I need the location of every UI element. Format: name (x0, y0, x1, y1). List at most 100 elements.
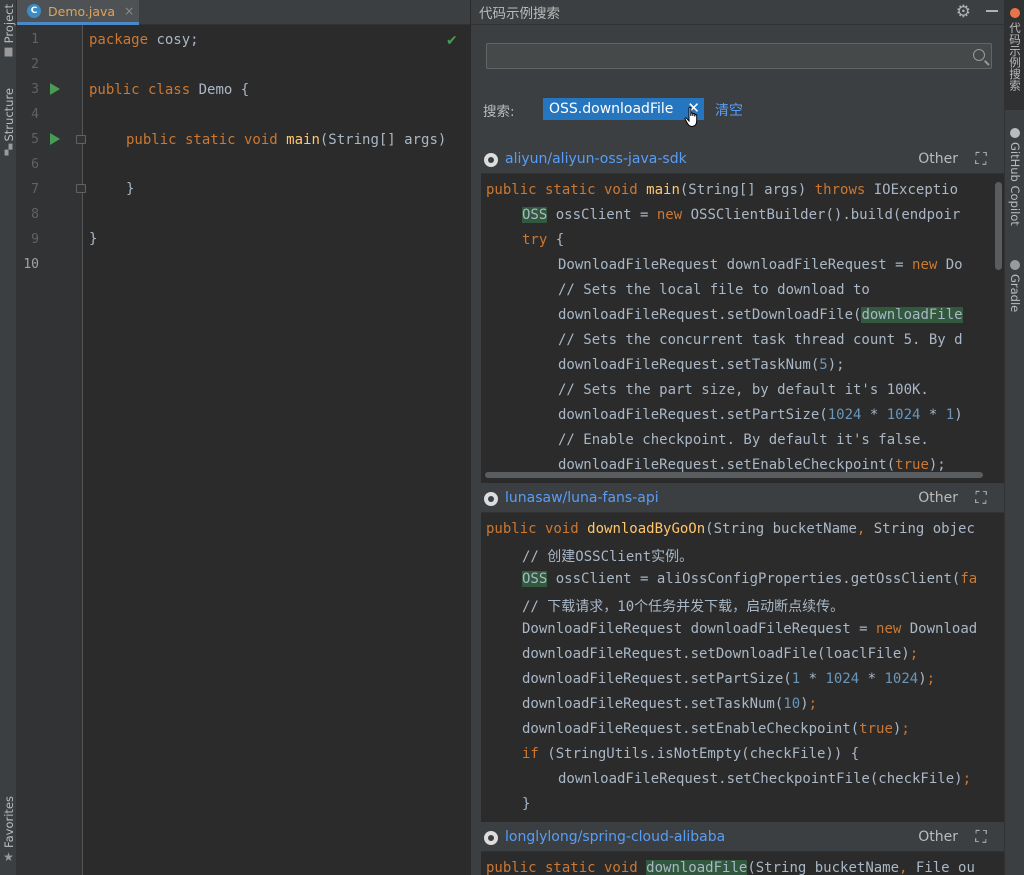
horizontal-scrollbar[interactable] (485, 472, 983, 478)
code-line: downloadFileRequest.setTaskNum(10); (522, 696, 817, 712)
punctuation: ; (901, 721, 910, 737)
code-text: { (547, 232, 565, 248)
keyword: package (89, 32, 149, 48)
line-number: 10 (23, 257, 39, 272)
line-number: 4 (31, 107, 39, 122)
code-text: downloadFileRequest.setTaskNum( (558, 357, 820, 373)
query-chip-text: OSS.downloadFile (549, 101, 674, 117)
left-tool-strip: Project ▆ Structure ▞ Favorites ★ (0, 0, 17, 875)
gear-icon[interactable]: ⚙ (956, 2, 971, 22)
java-class-icon: C (27, 4, 41, 18)
query-chip[interactable]: OSS.downloadFile ✕ (543, 98, 704, 120)
code-text: Do (937, 257, 963, 273)
right-tool-strip: 代码示例搜索 GitHub Copilot Gradle (1004, 0, 1024, 875)
panel-title: 代码示例搜索 (479, 6, 560, 22)
code-text: (String bucketName (747, 860, 900, 875)
code-text: fa (960, 571, 978, 587)
code-text: downloadFileRequest.setEnableCheckpoint( (522, 721, 860, 737)
code-search-icon (1010, 8, 1020, 18)
vertical-scrollbar[interactable] (995, 182, 1002, 270)
keyword: new (912, 257, 938, 273)
line-number: 3 (31, 82, 39, 97)
code-editor: C Demo.java × 1 2 3 4 5 6 7 8 9 10 packa… (17, 0, 470, 875)
search-result: lunasaw/luna-fans-api Other ⛶ public voi… (481, 485, 1005, 822)
code-text: downloadFileRequest.setTaskNum( (522, 696, 784, 712)
line-number: 6 (31, 157, 39, 172)
code-line: DownloadFileRequest downloadFileRequest … (558, 257, 963, 273)
line-number: 5 (31, 132, 39, 147)
tool-tab-project[interactable]: Project ▆ (0, 4, 17, 57)
check-icon: ✔ (446, 33, 458, 49)
search-label: 搜索: (483, 104, 515, 120)
code-text: File ou (907, 860, 975, 875)
repo-link[interactable]: aliyun/aliyun-oss-java-sdk (505, 151, 687, 167)
number-literal: 10 (783, 696, 801, 712)
result-code[interactable]: public void downloadByGoOn(String bucket… (481, 512, 1005, 822)
code-text: ); (928, 457, 946, 473)
result-code[interactable]: public static void downloadFile(String b… (481, 851, 1005, 875)
result-code[interactable]: public static void main(String[] args) t… (481, 173, 1005, 483)
tool-tab-label: Structure (1, 88, 16, 142)
punctuation: ; (808, 696, 818, 712)
editor-tab-label: Demo.java (48, 3, 116, 19)
search-result: aliyun/aliyun-oss-java-sdk Other ⛶ publi… (481, 146, 1005, 483)
tool-tab-label: Favorites (1, 796, 16, 848)
code-text: Download (901, 621, 978, 637)
code-text: downloadFileRequest.setCheckpointFile(ch… (558, 771, 963, 787)
code-line: downloadFileRequest.setEnableCheckpoint(… (558, 457, 946, 473)
license-label: Other (918, 490, 958, 506)
expand-icon[interactable]: ⛶ (972, 489, 990, 507)
editor-tab-bar: C Demo.java × (17, 0, 470, 25)
keyword: public class (89, 82, 191, 98)
code-text: downloadFileRequest.setEnableCheckpoint( (558, 457, 896, 473)
code-line: downloadFileRequest.setDownloadFile(down… (558, 307, 963, 323)
close-icon[interactable]: × (124, 4, 134, 18)
code-line: OSS ossClient = new OSSClientBuilder().b… (522, 207, 960, 223)
clear-link[interactable]: 清空 (715, 100, 743, 120)
code-text: Demo { (190, 82, 250, 98)
code-line: downloadFileRequest.setDownloadFile(loac… (522, 646, 918, 662)
fold-icon[interactable] (76, 184, 86, 193)
editor-tab-demo-java[interactable]: C Demo.java × (17, 0, 139, 25)
number-literal: 1 (945, 407, 955, 423)
expand-icon[interactable]: ⛶ (972, 150, 990, 168)
code-comment: // Sets the concurrent task thread count… (558, 332, 963, 348)
repo-link[interactable]: longlylong/spring-cloud-alibaba (505, 829, 725, 845)
hand-cursor-icon (684, 107, 698, 128)
search-input[interactable] (487, 44, 957, 68)
repo-link[interactable]: lunasaw/luna-fans-api (505, 490, 659, 506)
panel-header: 代码示例搜索 ⚙ (471, 0, 1005, 25)
code-text: (String[] args) (319, 132, 447, 148)
tool-tab-favorites[interactable]: Favorites ★ (0, 796, 17, 863)
match-highlight: OSS (522, 207, 548, 223)
fold-icon[interactable] (76, 135, 86, 144)
minimize-icon[interactable] (986, 10, 998, 12)
expand-icon[interactable]: ⛶ (972, 828, 990, 846)
run-main-icon[interactable] (50, 133, 60, 145)
code-line: } (126, 181, 134, 197)
code-text: * (800, 671, 826, 687)
code-text: IOExceptio (865, 182, 959, 198)
number-literal: 1024 (884, 671, 919, 687)
keyword: new (876, 621, 902, 637)
tool-tab-github-copilot[interactable]: GitHub Copilot (1005, 128, 1024, 226)
number-literal: 1 (791, 671, 801, 687)
code-line: package cosy; (89, 32, 199, 48)
run-class-icon[interactable] (50, 83, 60, 95)
tool-tab-gradle[interactable]: Gradle (1005, 260, 1024, 312)
search-icon[interactable] (973, 49, 985, 61)
code-line: public void downloadByGoOn(String bucket… (486, 521, 975, 537)
github-icon (484, 831, 498, 845)
code-line: } (89, 231, 97, 247)
tool-tab-label: Project (1, 4, 16, 44)
code-line: try { (522, 232, 564, 248)
number-literal: 1024 (825, 671, 860, 687)
code-line: if (StringUtils.isNotEmpty(checkFile)) { (522, 746, 859, 762)
keyword: public void (486, 521, 579, 537)
code-line: DownloadFileRequest downloadFileRequest … (522, 621, 977, 637)
punctuation: ; (909, 646, 919, 662)
tool-tab-code-search[interactable]: 代码示例搜索 (1005, 8, 1024, 91)
tool-tab-structure[interactable]: Structure ▞ (0, 88, 17, 156)
line-number: 2 (31, 57, 39, 72)
code-line: downloadFileRequest.setPartSize(1 * 1024… (522, 671, 935, 687)
